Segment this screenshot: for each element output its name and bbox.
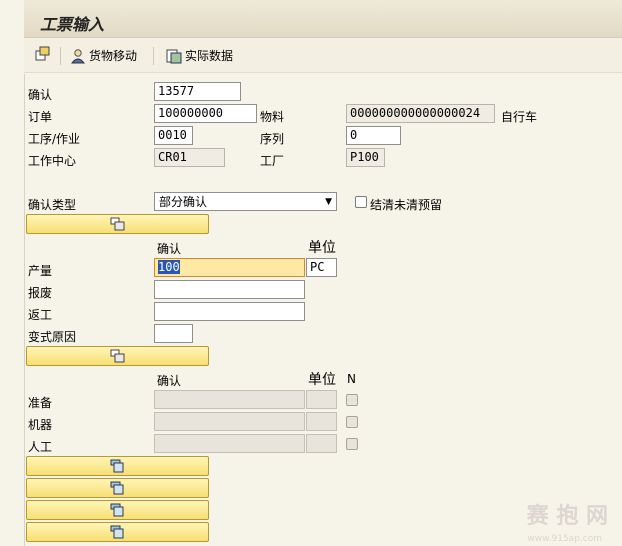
title-bar (24, 0, 622, 38)
confirmation-label: 确认 (28, 88, 53, 102)
yield-value: 100 (158, 260, 180, 274)
setup-unit-input (306, 390, 337, 409)
collapse-icon (110, 459, 123, 473)
labor-unit-input (306, 434, 337, 453)
goods-movement-button[interactable]: 货物移动 (70, 47, 137, 64)
toolbar-separator (153, 47, 154, 65)
labor-input (154, 434, 305, 453)
data-sheet-icon (166, 49, 182, 63)
operation-label: 工序/作业 (28, 132, 81, 146)
confirm-type-dropdown[interactable]: 部分确认 ▼ (154, 192, 337, 211)
window-title: 工票输入 (40, 15, 105, 34)
setup-label: 准备 (28, 396, 53, 410)
watermark-logo: 赛 抱 网 (526, 503, 608, 529)
toolbar-separator (60, 47, 61, 65)
plant-label: 工厂 (260, 154, 285, 168)
expand-button[interactable] (26, 346, 209, 366)
rework-label: 返工 (28, 308, 53, 322)
chevron-down-icon: ▼ (325, 196, 332, 207)
quantity-unit-header: 单位 (308, 240, 336, 256)
work-center-field: CR01 (154, 148, 225, 167)
yield-input[interactable]: 100 (154, 258, 305, 277)
operation-input[interactable]: 0010 (154, 126, 193, 145)
yield-unit-input[interactable]: PC (306, 258, 337, 277)
collapse-button[interactable] (26, 500, 209, 520)
collapse-icon (110, 525, 123, 539)
material-description: 自行车 (501, 110, 538, 124)
confirm-type-label: 确认类型 (28, 198, 77, 212)
collapse-icon (110, 481, 123, 495)
collapse-icon (110, 503, 123, 517)
machine-label: 机器 (28, 418, 53, 432)
order-label: 订单 (28, 110, 53, 124)
clear-reservations-checkbox[interactable] (355, 196, 367, 208)
variance-reason-label: 变式原因 (28, 330, 77, 344)
toggle-overview-icon (35, 46, 50, 61)
collapse-button[interactable] (26, 522, 209, 542)
machine-no-remaining-checkbox (346, 416, 358, 428)
rework-input[interactable] (154, 302, 305, 321)
variance-reason-input[interactable] (154, 324, 193, 343)
plant-field: P100 (346, 148, 385, 167)
yield-label: 产量 (28, 264, 53, 278)
order-input[interactable]: 100000000 (154, 104, 257, 123)
watermark-url: www.915ap.com (527, 534, 602, 544)
collapse-button[interactable] (26, 478, 209, 498)
scrap-label: 报废 (28, 286, 53, 300)
actual-data-button[interactable]: 实际数据 (166, 47, 233, 64)
expand-icon (110, 217, 124, 231)
expand-icon (110, 349, 124, 363)
confirmation-input[interactable]: 13577 (154, 82, 241, 101)
actual-data-label: 实际数据 (185, 49, 234, 63)
sequence-input[interactable]: 0 (346, 126, 401, 145)
work-center-label: 工作中心 (28, 154, 77, 168)
labor-no-remaining-checkbox (346, 438, 358, 450)
goods-movement-label: 货物移动 (89, 49, 138, 63)
machine-unit-input (306, 412, 337, 431)
activity-unit-header: 单位 (308, 372, 336, 388)
setup-no-remaining-checkbox (346, 394, 358, 406)
confirm-type-value: 部分确认 (159, 195, 208, 209)
person-icon (70, 48, 86, 63)
setup-input (154, 390, 305, 409)
expand-button[interactable] (26, 214, 209, 234)
machine-input (154, 412, 305, 431)
material-field: 000000000000000024 (346, 104, 495, 123)
sequence-label: 序列 (260, 132, 285, 146)
labor-label: 人工 (28, 440, 53, 454)
activity-confirm-header: 确认 (157, 374, 182, 388)
activity-n-header: N (347, 372, 356, 386)
quantity-confirm-header: 确认 (157, 242, 182, 256)
scrap-input[interactable] (154, 280, 305, 299)
left-border (24, 74, 25, 546)
material-label: 物料 (260, 110, 285, 124)
clear-reservations-label: 结清未清预留 (370, 198, 443, 212)
display-toggle-button[interactable] (34, 46, 50, 65)
collapse-button[interactable] (26, 456, 209, 476)
